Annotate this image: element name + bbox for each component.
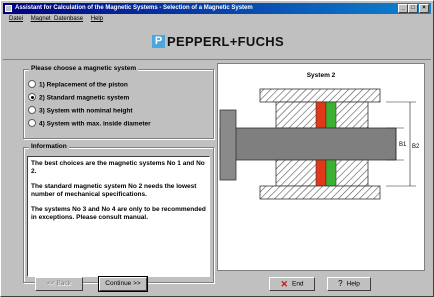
menu-bar: Datei Magnet_Datenbase Help — [3, 14, 431, 24]
close-button[interactable]: × — [419, 4, 429, 13]
system-choice-group: Please choose a magnetic system 1) Repla… — [23, 65, 214, 139]
information-group: Information The best choices are the mag… — [23, 143, 214, 283]
continue-button[interactable]: Continue >> — [98, 276, 148, 292]
help-label: Help — [346, 280, 360, 288]
dim-label-b1: B1 — [399, 142, 407, 148]
option-max-inside-diameter[interactable]: 4) System with max. inside diameter — [28, 119, 151, 129]
info-paragraph: The systems No 3 and No 4 are only to be… — [31, 206, 206, 221]
information-legend: Information — [29, 143, 69, 150]
option-label: 3) System with nominal height — [39, 107, 133, 115]
option-label: 2) Standard magnetic system — [39, 94, 130, 102]
info-paragraph: The best choices are the magnetic system… — [31, 160, 205, 175]
piston-rod — [219, 127, 397, 161]
option-label: 1) Replacement of the piston — [39, 81, 128, 89]
radio-button[interactable] — [28, 119, 36, 127]
window-title: Assistant for Calculation of the Magneti… — [15, 5, 253, 11]
information-text-box[interactable]: The best choices are the magnetic system… — [27, 156, 210, 277]
brand-name: PEPPERL+FUCHS — [167, 34, 284, 49]
option-replacement-piston[interactable]: 1) Replacement of the piston — [28, 80, 128, 90]
button-bar: << Back Continue >> ✕ End ? Help — [3, 273, 431, 295]
dim-label-b2: B2 — [412, 144, 420, 150]
app-icon[interactable] — [5, 5, 12, 12]
back-button[interactable]: << Back — [35, 277, 83, 291]
info-paragraph: The standard magnetic system No 2 needs … — [31, 183, 197, 198]
option-label: 4) System with max. inside diameter — [39, 120, 151, 128]
rod-end-plate — [219, 109, 237, 181]
magnetic-system-diagram: B1 B2 — [219, 88, 420, 200]
cylinder-wall-top — [259, 88, 381, 103]
radio-button[interactable] — [28, 106, 36, 114]
menu-help[interactable]: Help — [91, 16, 103, 22]
cylinder-wall-bottom — [259, 185, 381, 200]
brand-header: P PEPPERL+FUCHS — [3, 25, 431, 60]
option-nominal-height[interactable]: 3) System with nominal height — [28, 106, 133, 116]
application-window: Assistant for Calculation of the Magneti… — [0, 0, 434, 297]
question-mark-icon: ? — [338, 279, 343, 288]
magnet-green-bottom — [325, 159, 337, 187]
menu-magnet-database[interactable]: Magnet_Datenbase — [31, 16, 83, 22]
system-choice-legend: Please choose a magnetic system — [29, 65, 139, 72]
magnet-red-bottom — [315, 159, 327, 187]
minimize-button[interactable]: _ — [398, 4, 408, 13]
system-diagram-panel: System 2 B1 B2 — [217, 63, 425, 271]
title-bar[interactable]: Assistant for Calculation of the Magneti… — [3, 3, 431, 14]
help-button[interactable]: ? Help — [327, 277, 371, 291]
close-x-icon: ✕ — [280, 279, 288, 289]
end-label: End — [291, 280, 304, 288]
menu-datei[interactable]: Datei — [9, 16, 23, 22]
magnet-red-top — [315, 101, 327, 129]
radio-button[interactable] — [28, 80, 36, 88]
maximize-button[interactable]: □ — [408, 4, 418, 13]
magnet-green-top — [325, 101, 337, 129]
end-button[interactable]: ✕ End — [269, 277, 315, 291]
radio-button-selected[interactable] — [28, 93, 36, 101]
option-standard-system[interactable]: 2) Standard magnetic system — [28, 93, 130, 103]
left-panel: Please choose a magnetic system 1) Repla… — [23, 63, 214, 283]
brand-logo-icon: P — [152, 35, 165, 48]
